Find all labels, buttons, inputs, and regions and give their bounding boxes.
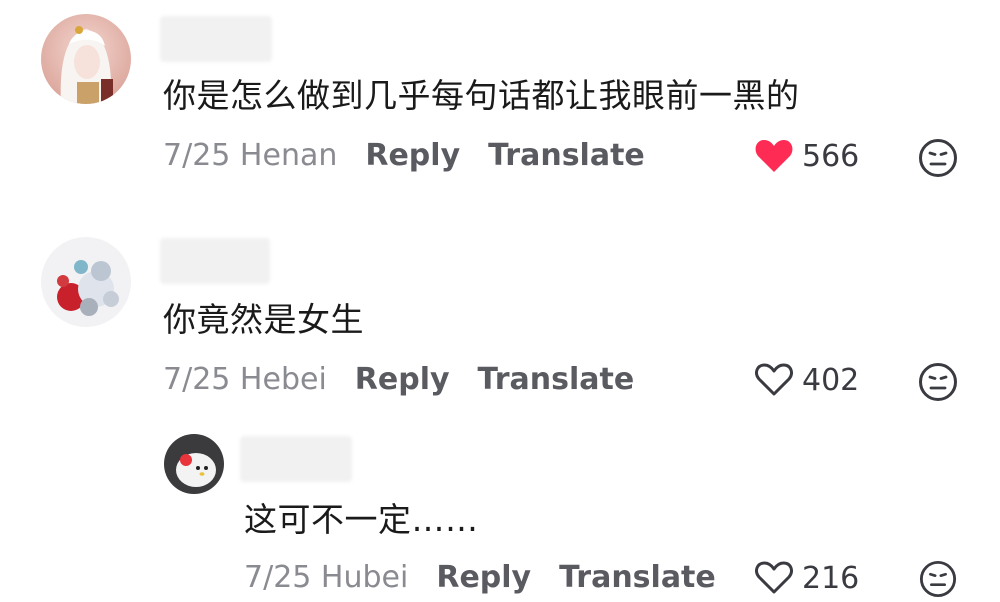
heart-outline-icon	[755, 561, 793, 594]
comment-date-location: 7/25 Hubei	[244, 560, 408, 596]
comment-meta: 7/25 Hubei Reply Translate	[244, 560, 716, 596]
username-blurred[interactable]	[240, 436, 352, 482]
avatar-image	[164, 434, 224, 494]
like-button[interactable]: 216	[754, 560, 859, 596]
avatar[interactable]	[164, 434, 224, 494]
dislike-button[interactable]	[918, 560, 958, 600]
like-count: 216	[802, 560, 860, 596]
comment-location: Hubei	[320, 560, 409, 595]
neutral-face-icon	[919, 560, 957, 598]
comment-text: 这可不一定……	[244, 500, 479, 539]
translate-button[interactable]: Translate	[559, 560, 716, 596]
comment-date: 7/25	[244, 560, 312, 595]
reply-button[interactable]: Reply	[436, 560, 531, 596]
reply-item: 这可不一定…… 7/25 Hubei Reply Translate 216	[0, 0, 1000, 598]
